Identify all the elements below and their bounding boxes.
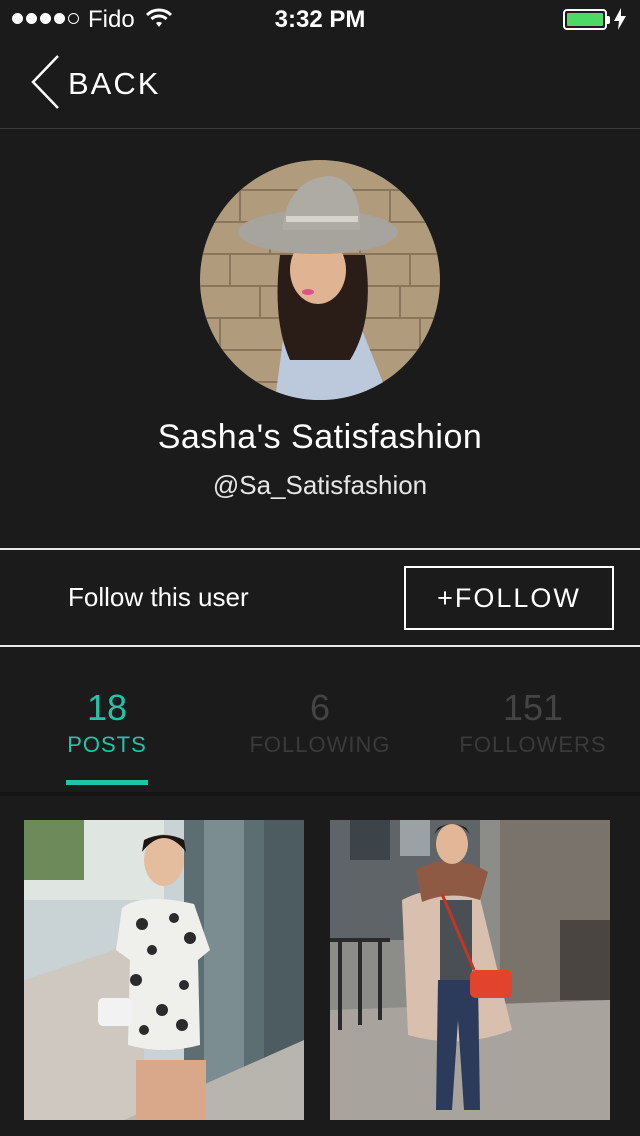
battery-icon xyxy=(563,9,607,30)
chevron-left-icon xyxy=(30,54,60,115)
follow-button[interactable]: +FOLLOW xyxy=(404,566,614,630)
profile-name: Sasha's Satisfashion xyxy=(157,418,483,456)
followers-label: FOLLOWERS xyxy=(459,732,607,757)
status-bar: Fido 3:32 PM xyxy=(0,0,640,40)
following-count: 6 xyxy=(309,687,331,728)
tab-followers[interactable]: 151 FOLLOWERS xyxy=(426,686,640,758)
battery-level-fill xyxy=(567,13,603,26)
back-button[interactable]: BACK xyxy=(30,54,161,115)
battery-terminal xyxy=(607,16,610,24)
followers-count: 151 xyxy=(502,687,564,728)
post-thumbnail[interactable] xyxy=(330,820,610,1120)
follow-section: Follow this user +FOLLOW xyxy=(0,548,640,647)
profile-avatar xyxy=(200,160,440,400)
posts-count: 18 xyxy=(86,687,128,728)
active-tab-indicator xyxy=(66,780,148,785)
post-thumbnail[interactable] xyxy=(24,820,304,1120)
profile-handle: @Sa_Satisfashion xyxy=(212,470,428,500)
posts-label: POSTS xyxy=(67,732,147,757)
profile-stats-tabs: 18 POSTS 6 FOLLOWING 151 FOLLOWERS xyxy=(0,650,640,790)
charging-bolt-icon xyxy=(614,8,626,35)
tab-posts[interactable]: 18 POSTS xyxy=(0,686,214,758)
following-label: FOLLOWING xyxy=(249,732,391,757)
nav-bar: BACK xyxy=(0,40,640,129)
follow-prompt: Follow this user xyxy=(68,582,249,612)
back-button-label: BACK xyxy=(68,66,161,101)
status-time: 3:32 PM xyxy=(274,6,366,33)
posts-grid xyxy=(0,792,640,1136)
tab-following[interactable]: 6 FOLLOWING xyxy=(213,686,427,758)
